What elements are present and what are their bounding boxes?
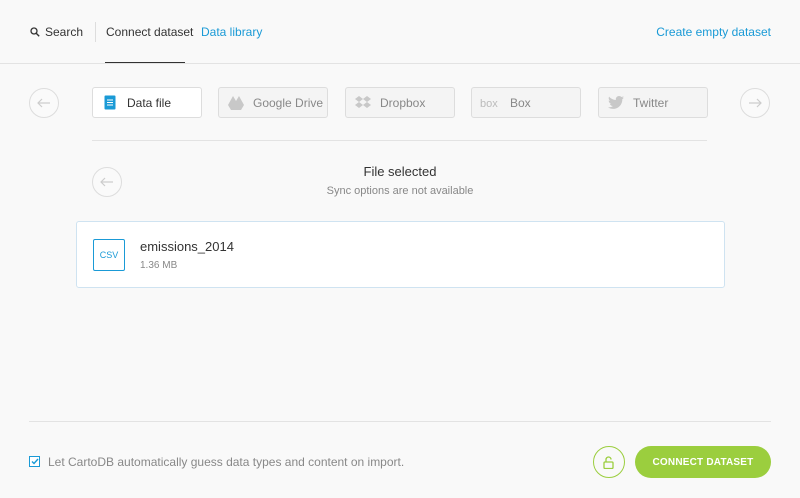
arrow-right-icon: [749, 98, 762, 108]
twitter-icon: [607, 95, 625, 111]
document-icon: [101, 95, 119, 111]
source-twitter[interactable]: Twitter: [598, 87, 708, 118]
search-label: Search: [45, 25, 84, 39]
file-name: emissions_2014: [140, 239, 234, 254]
source-dropbox[interactable]: Dropbox: [345, 87, 455, 118]
connect-dataset-button[interactable]: CONNECT DATASET: [635, 446, 771, 478]
selected-file-card: CSV emissions_2014 1.36 MB: [76, 221, 725, 288]
source-label: Box: [510, 95, 531, 110]
guess-types-label: Let CartoDB automatically guess data typ…: [48, 455, 405, 469]
create-empty-dataset-link[interactable]: Create empty dataset: [656, 25, 771, 39]
file-size: 1.36 MB: [140, 260, 178, 271]
source-label: Data file: [127, 95, 172, 110]
unlock-icon: [603, 455, 614, 469]
nav-divider-line: [0, 63, 800, 64]
sources-divider: [92, 140, 707, 141]
carousel-prev-button[interactable]: [29, 88, 59, 118]
dropbox-icon: [354, 95, 372, 111]
selection-subtitle: Sync options are not available: [326, 185, 474, 197]
top-nav: Search Connect dataset Data library Crea…: [0, 0, 800, 64]
google-drive-icon: [227, 95, 245, 111]
source-google-drive[interactable]: Google Drive: [218, 87, 328, 118]
guess-types-checkbox[interactable]: [29, 456, 40, 467]
arrow-left-icon: [37, 98, 50, 108]
privacy-toggle-button[interactable]: [593, 446, 625, 478]
footer-divider: [29, 421, 771, 422]
selection-title: File selected: [363, 164, 437, 179]
source-box[interactable]: box Box: [471, 87, 581, 118]
tab-connect-dataset[interactable]: Connect dataset: [106, 25, 193, 39]
source-data-file[interactable]: Data file: [92, 87, 202, 118]
file-type-badge: CSV: [93, 239, 125, 271]
box-icon: box: [480, 95, 502, 111]
search-button[interactable]: Search: [30, 25, 83, 39]
nav-divider: [95, 22, 96, 42]
source-label: Twitter: [633, 95, 669, 110]
checkmark-icon: [31, 458, 39, 465]
search-icon: [30, 27, 40, 37]
arrow-left-icon: [100, 177, 113, 187]
carousel-next-button[interactable]: [740, 88, 770, 118]
svg-text:box: box: [480, 98, 498, 109]
back-button[interactable]: [92, 167, 122, 197]
tab-data-library[interactable]: Data library: [201, 25, 262, 39]
source-label: Dropbox: [380, 95, 426, 110]
source-label: Google Drive: [253, 95, 324, 110]
